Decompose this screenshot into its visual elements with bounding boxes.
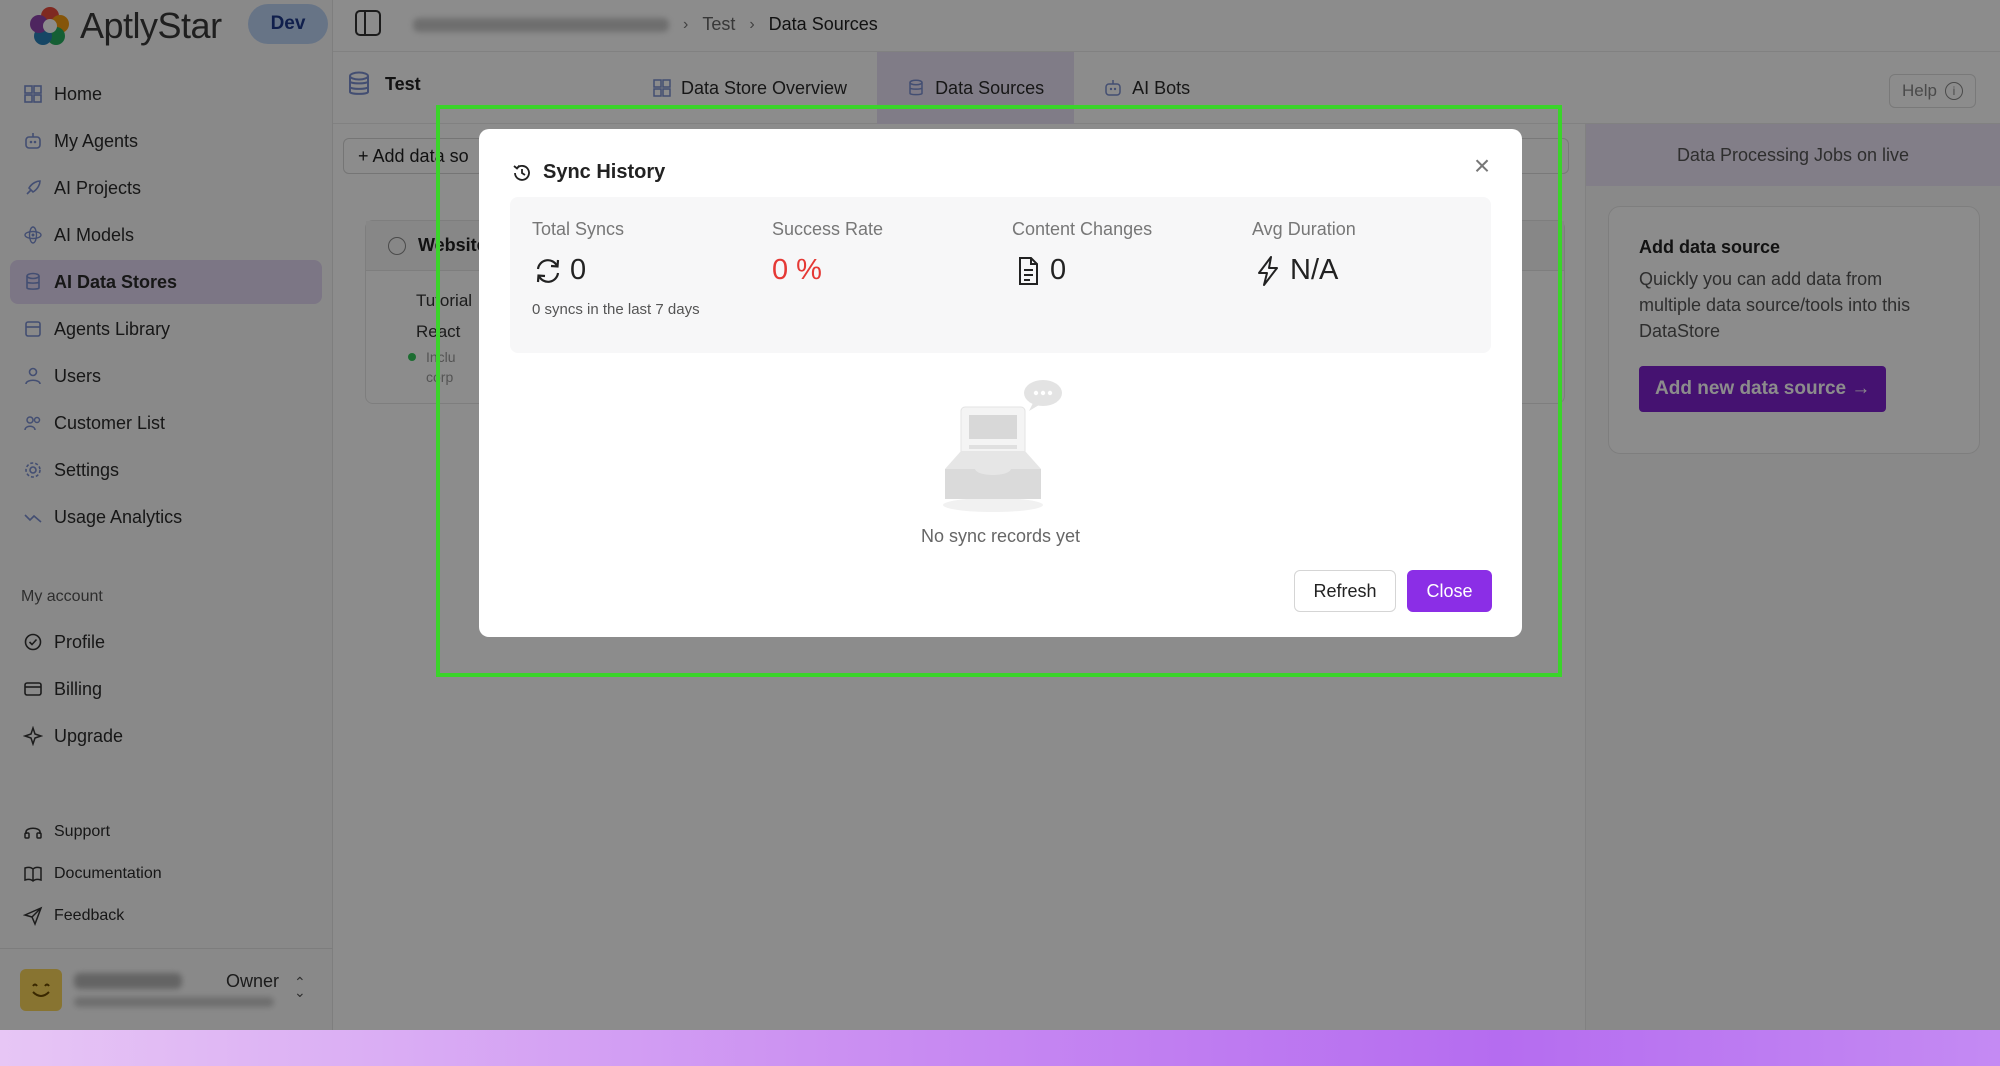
stat-label: Success Rate	[772, 219, 884, 239]
sync-history-dialog: Sync History × Total Syncs 0 0 syncs in …	[479, 129, 1522, 637]
stat-subtext: 0 syncs in the last 7 days	[532, 301, 700, 318]
stat-value: N/A	[1252, 254, 1356, 287]
empty-inbox-icon	[942, 380, 1062, 512]
stat-label: Avg Duration	[1252, 219, 1356, 239]
stat-avg-duration: Avg Duration N/A	[1252, 219, 1356, 287]
bottom-gradient-strip	[0, 1030, 2000, 1066]
sync-icon	[536, 258, 560, 283]
stat-value-text: 0	[1050, 254, 1067, 286]
empty-state: No sync records yet	[479, 379, 1522, 547]
stat-value-text: 0 %	[772, 254, 822, 286]
stat-content-changes: Content Changes 0	[1012, 219, 1152, 287]
lightning-icon	[1258, 255, 1278, 286]
stat-value-text: 0	[570, 254, 587, 286]
stat-value-text: N/A	[1290, 254, 1339, 286]
dialog-title: Sync History	[511, 161, 665, 184]
stat-value: 0 %	[772, 254, 883, 287]
sync-stats-panel: Total Syncs 0 0 syncs in the last 7 days…	[510, 197, 1491, 353]
stat-total-syncs: Total Syncs 0 0 syncs in the last 7 days	[532, 219, 700, 318]
app-window: AptlyStar Dev Home My Agents AI Projects…	[0, 0, 2000, 1030]
stat-label: Total Syncs	[532, 219, 625, 239]
document-icon	[1019, 256, 1038, 285]
stat-success-rate: Success Rate 0 %	[772, 219, 883, 287]
refresh-button[interactable]: Refresh	[1294, 570, 1396, 612]
history-icon	[513, 164, 530, 181]
stat-label: Content Changes	[1012, 219, 1153, 239]
close-icon[interactable]: ×	[1468, 152, 1496, 181]
empty-state-text: No sync records yet	[920, 526, 1081, 546]
stat-value: 0	[1012, 254, 1152, 287]
close-button[interactable]: Close	[1407, 570, 1492, 612]
dialog-title-text: Sync History	[543, 161, 666, 183]
stat-value: 0	[532, 254, 700, 287]
